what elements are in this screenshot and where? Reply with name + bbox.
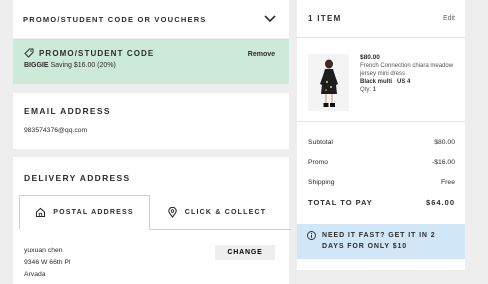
tab-postal-label: POSTAL ADDRESS: [53, 209, 134, 216]
grand-total-label: TOTAL TO PAY: [308, 197, 373, 207]
fast-delivery-banner[interactable]: NEED IT FAST? GET IT IN 2 DAYS FOR ONLY …: [297, 224, 465, 259]
address-line: 9346 W 66th Pl: [24, 259, 71, 266]
total-row-label: Shipping: [308, 178, 335, 186]
total-row-value: -$16.00: [431, 158, 455, 166]
promo-section-header[interactable]: PROMO/STUDENT CODE OR VOUCHERS: [13, 0, 289, 38]
shipping-row: Shipping Free: [308, 172, 455, 192]
total-row-value: Free: [441, 178, 455, 186]
product-image[interactable]: [308, 54, 349, 111]
order-summary-header: 1 ITEM Edit: [297, 0, 465, 38]
chevron-down-icon[interactable]: [263, 14, 277, 24]
product-size: US 4: [397, 79, 411, 85]
subtotal-row: Subtotal $80.00: [308, 132, 455, 152]
tab-click-collect[interactable]: CLICK & COLLECT: [150, 195, 283, 230]
email-value: 983574376@qq.com: [24, 127, 88, 134]
total-row-value: $80.00: [434, 138, 455, 146]
order-item: $80.00 French Connection chiara meadow j…: [297, 38, 465, 122]
delivery-section: DELIVERY ADDRESS POSTAL ADDRESS CLICK & …: [13, 157, 291, 284]
delivery-address: yuxuan chen 9346 W 66th Pl Arvada: [24, 245, 70, 281]
address-line: yuxuan chen: [24, 247, 63, 254]
qty-label: Qty:: [360, 87, 372, 93]
edit-bag-link[interactable]: Edit: [443, 15, 455, 22]
tab-click-collect-label: CLICK & COLLECT: [184, 209, 267, 216]
promo-section-title: PROMO/STUDENT CODE OR VOUCHERS: [23, 14, 207, 24]
change-address-button[interactable]: CHANGE: [215, 245, 275, 260]
qty-value: 1: [372, 87, 377, 93]
promo-row: Promo -$16.00: [308, 152, 455, 172]
total-row-label: Subtotal: [308, 138, 333, 146]
product-variant: Black multi US 4: [360, 78, 455, 86]
map-pin-icon: [168, 207, 177, 218]
delivery-tabs: POSTAL ADDRESS CLICK & COLLECT: [19, 195, 291, 230]
tab-postal-address[interactable]: POSTAL ADDRESS: [19, 195, 150, 230]
product-color: Black multi: [360, 79, 393, 85]
grand-total-value: $64.00: [426, 197, 455, 207]
applied-promo-box: PROMO/STUDENT CODE Remove BIGGIE Saving …: [13, 39, 289, 84]
item-count: 1 ITEM: [308, 14, 342, 23]
address-line: Arvada: [24, 271, 46, 278]
checkout-left-column: PROMO/STUDENT CODE OR VOUCHERS PROMO/STU…: [13, 0, 291, 284]
tag-icon: [24, 48, 34, 58]
info-icon: [307, 231, 316, 240]
checkout-page: PROMO/STUDENT CODE OR VOUCHERS PROMO/STU…: [0, 0, 488, 284]
product-price: $80.00: [360, 54, 380, 61]
house-icon: [36, 207, 46, 218]
order-summary: 1 ITEM Edit $80.00 French Connection chi…: [297, 0, 465, 270]
applied-promo-title: PROMO/STUDENT CODE: [39, 48, 155, 58]
order-totals: Subtotal $80.00 Promo -$16.00 Shipping F…: [297, 122, 465, 212]
product-name: French Connection chiara meadow jersey m…: [360, 63, 454, 77]
promo-saving-line: BIGGIE Saving $16.00 (20%): [24, 62, 275, 69]
email-section: EMAIL ADDRESS 983574376@qq.com: [13, 93, 289, 149]
email-section-title: EMAIL ADDRESS: [24, 106, 111, 116]
fast-delivery-text: NEED IT FAST? GET IT IN 2 DAYS FOR ONLY …: [322, 232, 436, 250]
delivery-section-title: DELIVERY ADDRESS: [24, 173, 131, 183]
product-info: $80.00 French Connection chiara meadow j…: [360, 54, 455, 94]
remove-promo-link[interactable]: Remove: [248, 51, 275, 58]
total-row-label: Promo: [308, 158, 329, 166]
promo-code: BIGGIE: [24, 62, 49, 69]
product-qty: Qty: 1: [360, 86, 455, 94]
grand-total-row: TOTAL TO PAY $64.00: [308, 192, 455, 212]
promo-saving-text: Saving $16.00 (20%): [50, 62, 116, 69]
